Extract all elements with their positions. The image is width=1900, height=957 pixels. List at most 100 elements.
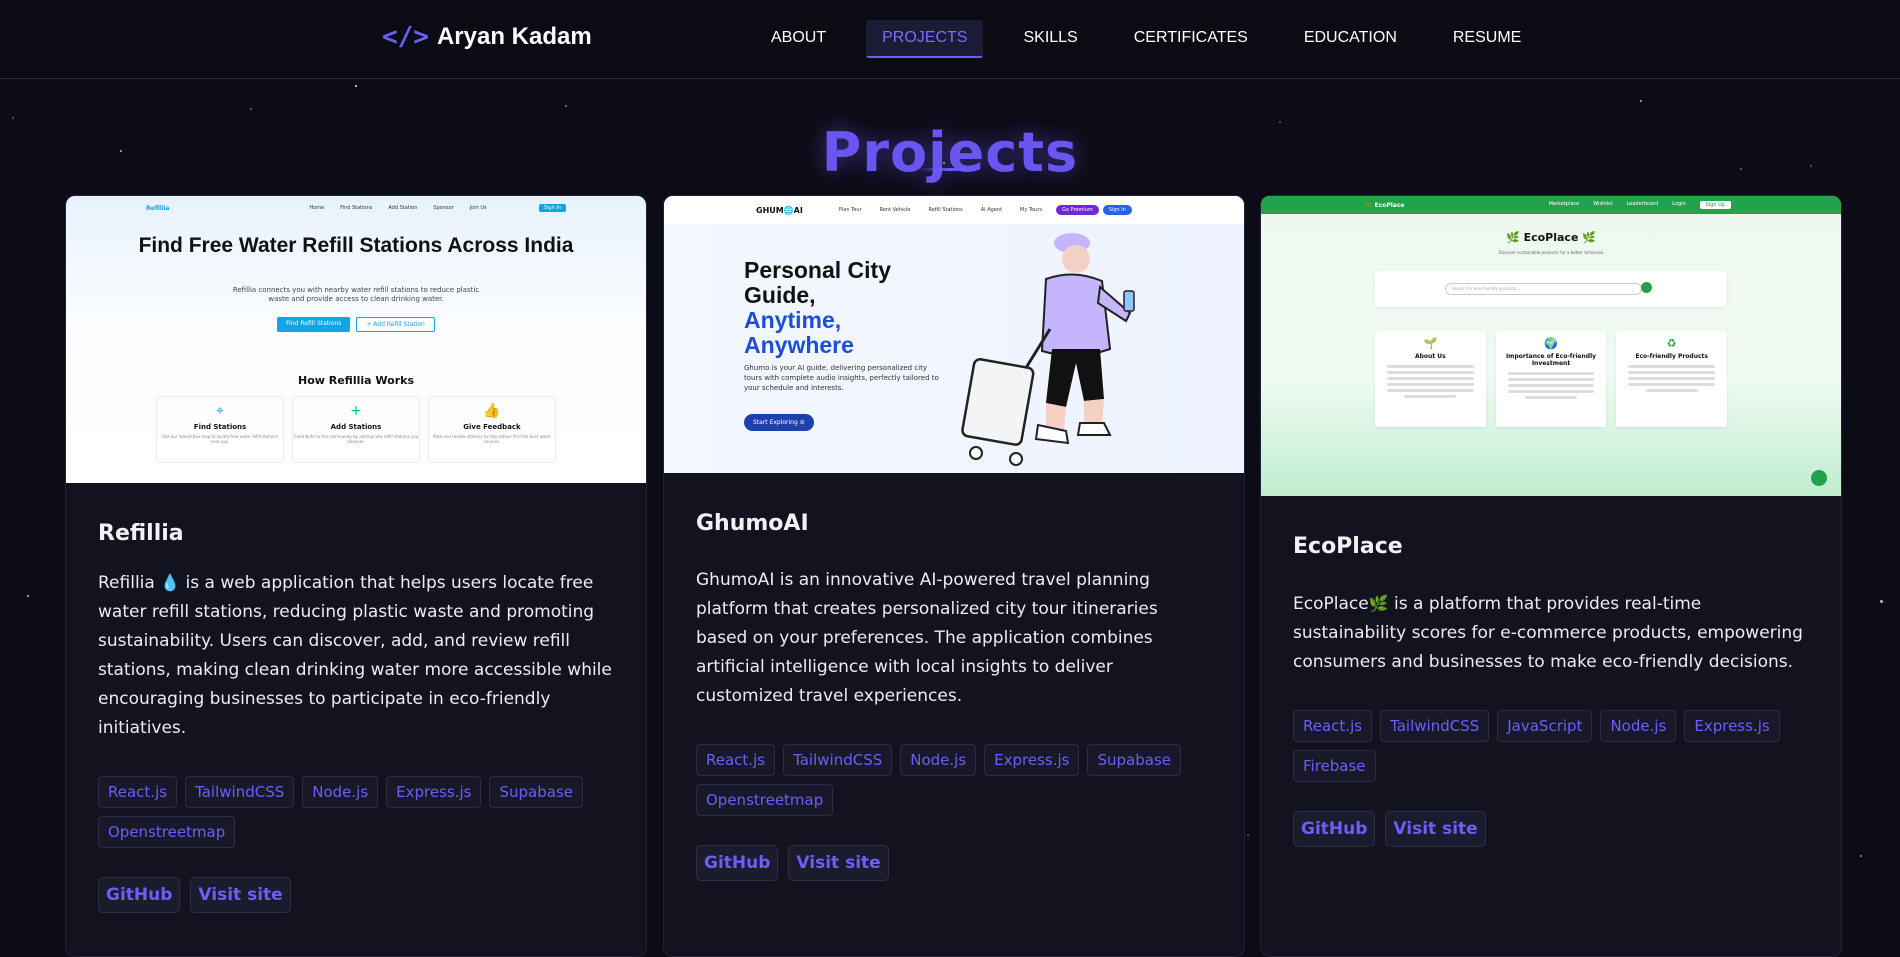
- section-title: Projects: [821, 121, 1079, 185]
- preview-feature-text: Contribute to the community by adding ne…: [293, 434, 419, 444]
- tech-tags: React.js TailwindCSS Node.js Express.js …: [98, 776, 614, 848]
- recycle-icon: ♻: [1666, 337, 1677, 350]
- preview-nav-item: Add Station: [388, 205, 418, 211]
- tech-tag: React.js: [1293, 710, 1373, 742]
- preview-feature-text: Rate and review stations to help others …: [432, 434, 552, 444]
- project-links: GitHub Visit site: [696, 845, 1212, 881]
- preview-heading: Find Free Water Refill Stations Across I…: [138, 234, 574, 257]
- github-link[interactable]: GitHub: [696, 845, 779, 881]
- preview-nav-item: Home: [309, 205, 325, 211]
- project-name-inline: EcoPlace: [1293, 594, 1369, 614]
- preview-heading-line: Anytime,: [744, 307, 842, 333]
- tech-tag: Express.js: [984, 744, 1080, 776]
- preview-nav-item: Login: [1672, 201, 1686, 207]
- preview-text: Ghumo is your AI guide, delivering perso…: [744, 364, 939, 392]
- preview-how-title: How Refillia Works: [298, 374, 414, 387]
- globe-icon: 🌍: [1544, 337, 1558, 350]
- project-screenshot: GHUM🌐AI Plan Tour Rent Vehicle Refill St…: [664, 196, 1244, 473]
- preview-heading-line: Anywhere: [744, 332, 854, 358]
- tech-tag: Node.js: [302, 776, 379, 808]
- nav-link-about[interactable]: ABOUT: [755, 20, 842, 58]
- preview-secondary-button: + Add Refill Station: [356, 317, 435, 332]
- tech-tag: React.js: [696, 744, 776, 776]
- preview-card-title: Importance of Eco-friendly Investment: [1505, 353, 1597, 367]
- preview-logo: GHUM🌐AI: [756, 205, 803, 215]
- chat-bubble-icon: [1811, 470, 1827, 486]
- map-pin-icon: ⌖: [216, 403, 224, 419]
- project-card-refillia: Refillia Home Find Stations Add Station …: [65, 195, 647, 957]
- visit-site-link[interactable]: Visit site: [788, 845, 889, 881]
- seedling-icon: 🌱: [1423, 337, 1438, 350]
- preview-info-card: 🌍 Importance of Eco-friendly Investment: [1495, 331, 1607, 427]
- project-description: Refillia 💧 is a web application that hel…: [98, 568, 614, 743]
- preview-feature: 👍 Give Feedback Rate and review stations…: [428, 396, 556, 463]
- preview-signup: Sign Up: [1699, 201, 1731, 209]
- preview-premium-pill: Go Premium: [1056, 205, 1099, 215]
- nav-link-skills[interactable]: SKILLS: [1007, 20, 1093, 58]
- tech-tag: JavaScript: [1497, 710, 1593, 742]
- nav-link-resume[interactable]: RESUME: [1437, 20, 1537, 58]
- site-owner-name: Aryan Kadam: [436, 23, 592, 50]
- github-link[interactable]: GitHub: [1293, 811, 1376, 847]
- tech-tag: Supabase: [1087, 744, 1181, 776]
- tech-tag: Firebase: [1293, 750, 1376, 782]
- water-drop-icon: 💧: [160, 573, 181, 592]
- tech-tag: Node.js: [1600, 710, 1677, 742]
- project-links: GitHub Visit site: [98, 877, 614, 913]
- preview-feature-title: Give Feedback: [463, 423, 521, 431]
- preview-search-box: Search for eco-friendly products...: [1375, 271, 1727, 307]
- preview-nav-item: Wishlist: [1593, 201, 1613, 207]
- preview-signin: Sign In: [538, 204, 566, 212]
- tech-tag: Node.js: [900, 744, 977, 776]
- preview-feature-text: Use our interactive map to locate free w…: [161, 434, 279, 444]
- site-logo[interactable]: </> Aryan Kadam: [382, 22, 592, 52]
- preview-nav-item: My Tours: [1020, 207, 1043, 213]
- project-card-ghumoai: GHUM🌐AI Plan Tour Rent Vehicle Refill St…: [663, 195, 1245, 957]
- project-card-ecoplace: 🌿 EcoPlace Marketplace Wishlist Leaderbo…: [1260, 195, 1842, 957]
- top-navbar: </> Aryan Kadam ABOUT PROJECTS SKILLS CE…: [0, 0, 1900, 79]
- preview-card-title: About Us: [1414, 353, 1446, 360]
- search-icon: [1641, 282, 1652, 293]
- nav-link-certificates[interactable]: CERTIFICATES: [1118, 20, 1264, 58]
- preview-logo: Refillia: [146, 204, 170, 212]
- nav-link-education[interactable]: EDUCATION: [1288, 20, 1413, 58]
- preview-signin-pill: Sign In: [1102, 205, 1132, 215]
- preview-nav-item: Leaderboard: [1626, 201, 1659, 207]
- plus-icon: +: [350, 403, 362, 419]
- preview-text: Refillia connects you with nearby water …: [232, 286, 480, 303]
- preview-nav-item: Marketplace: [1548, 201, 1580, 207]
- preview-logo: 🌿 EcoPlace: [1365, 201, 1405, 209]
- preview-nav-item: Rent Vehicle: [879, 207, 911, 213]
- tech-tag: Express.js: [386, 776, 482, 808]
- tech-tags: React.js TailwindCSS Node.js Express.js …: [696, 744, 1212, 816]
- preview-heading-line: Guide,: [744, 282, 816, 308]
- preview-feature-title: Find Stations: [193, 423, 247, 431]
- title-underline: [920, 168, 980, 171]
- preview-cta: Start Exploring ⊘: [744, 414, 814, 431]
- preview-nav-item: Find Stations: [340, 205, 373, 211]
- preview-card-title: Eco-friendly Products: [1635, 353, 1708, 360]
- visit-site-link[interactable]: Visit site: [190, 877, 291, 913]
- preview-subheading: Discover sustainable products for a bett…: [1498, 250, 1604, 255]
- project-description: EcoPlace🌿 is a platform that provides re…: [1293, 589, 1809, 677]
- preview-nav-item: Refill Stations: [928, 207, 963, 213]
- preview-navbar: GHUM🌐AI Plan Tour Rent Vehicle Refill St…: [664, 196, 1244, 224]
- project-description: GhumoAI is an innovative AI-powered trav…: [696, 566, 1212, 711]
- project-title: GhumoAI: [696, 511, 809, 536]
- tech-tag: React.js: [98, 776, 178, 808]
- tech-tag: Openstreetmap: [98, 816, 236, 848]
- project-screenshot: 🌿 EcoPlace Marketplace Wishlist Leaderbo…: [1261, 196, 1841, 496]
- nav-link-projects[interactable]: PROJECTS: [866, 20, 984, 58]
- tech-tag: TailwindCSS: [783, 744, 893, 776]
- preview-navbar: 🌿 EcoPlace Marketplace Wishlist Leaderbo…: [1261, 196, 1841, 214]
- tech-tag: TailwindCSS: [185, 776, 295, 808]
- traveler-illustration: [961, 233, 1135, 466]
- preview-nav-item: Join Us: [469, 205, 487, 211]
- preview-search-input: Search for eco-friendly products...: [1445, 283, 1642, 295]
- tech-tag: Supabase: [489, 776, 583, 808]
- tech-tag: Openstreetmap: [696, 784, 834, 816]
- visit-site-link[interactable]: Visit site: [1385, 811, 1486, 847]
- preview-nav-item: AI Agent: [980, 207, 1003, 213]
- preview-info-card: 🌱 About Us: [1375, 331, 1486, 427]
- github-link[interactable]: GitHub: [98, 877, 181, 913]
